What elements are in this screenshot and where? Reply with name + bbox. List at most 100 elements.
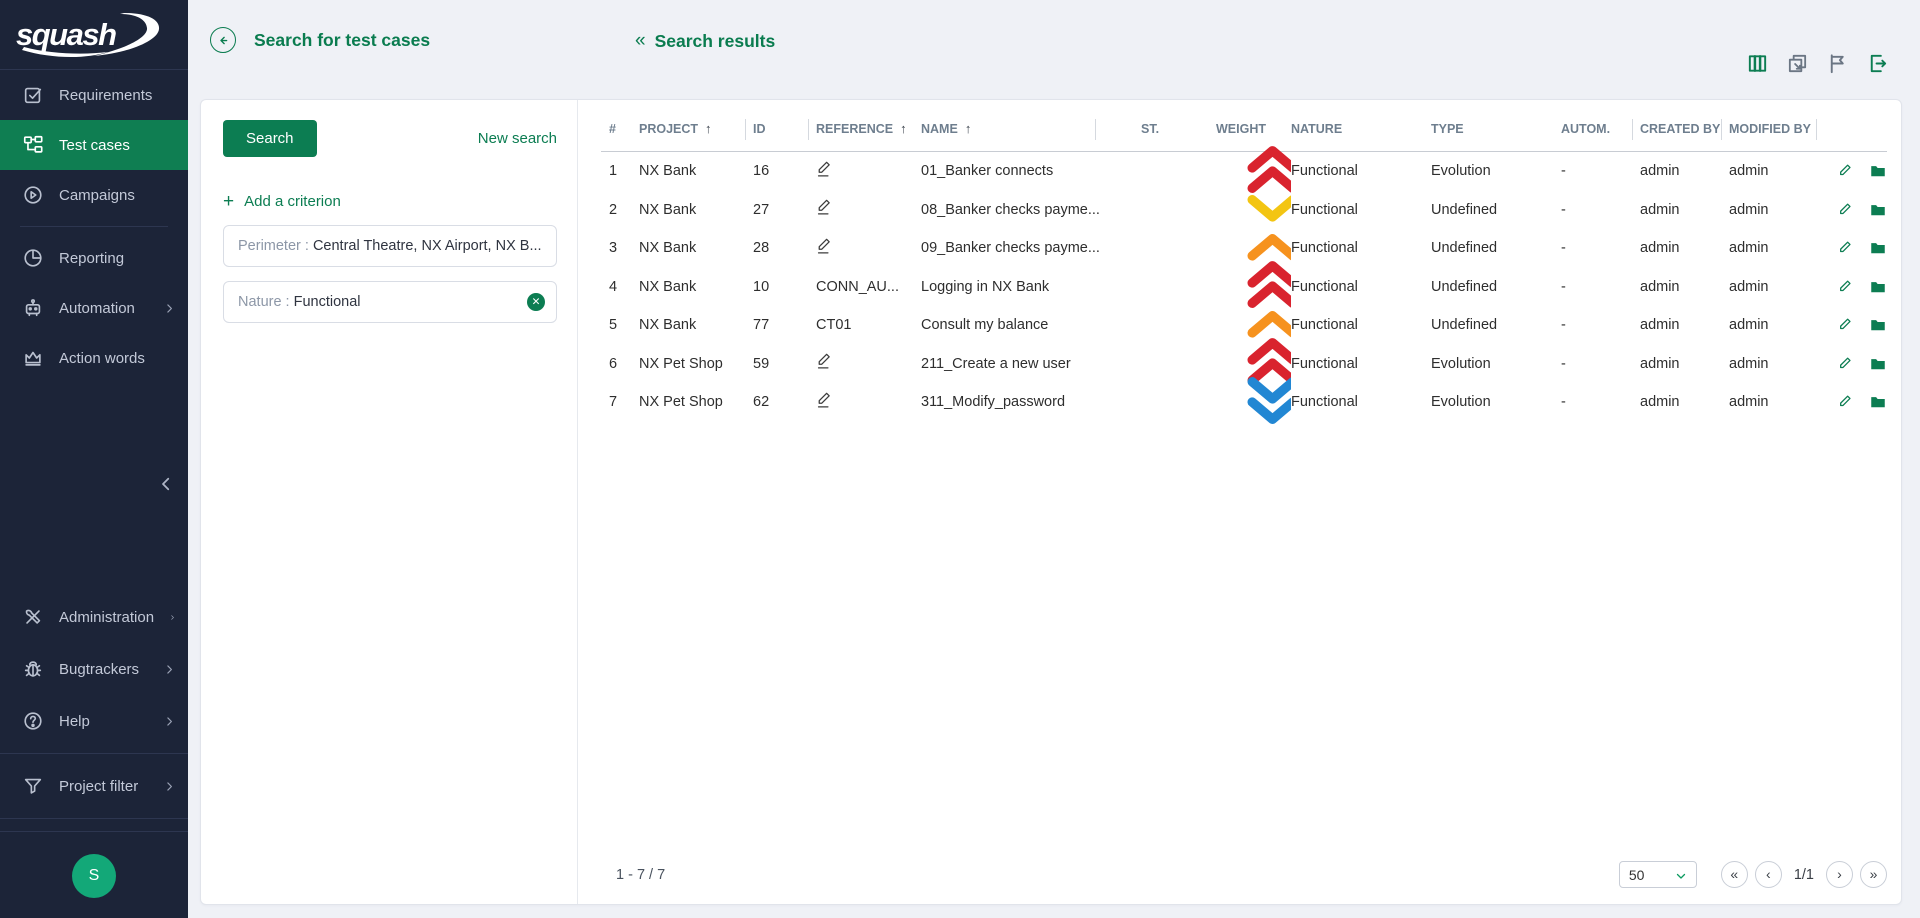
collapse-sidebar-icon[interactable] [157,475,175,493]
edit-row-icon[interactable] [1837,316,1855,334]
column-header-reference[interactable]: REFERENCE↑ [816,106,921,151]
squash-logo: squash [0,0,188,70]
columns-icon[interactable] [1746,52,1769,75]
cell-autom: - [1561,394,1640,410]
sidebar-item-automation[interactable]: Automation [0,283,188,333]
edit-row-icon[interactable] [1837,355,1855,373]
cell-nature: Functional [1291,356,1431,372]
cell-autom: - [1561,279,1640,295]
cell-autom: - [1561,202,1640,218]
cell-autom: - [1561,163,1640,179]
column-header-project[interactable]: PROJECT↑ [639,106,753,151]
back-button[interactable] [210,27,236,53]
sidebar-item-help[interactable]: Help [0,695,188,747]
sidebar-item-project-filter[interactable]: Project filter [0,760,188,812]
cell-nature: Functional [1291,163,1431,179]
cell-name: 211_Create a new user [921,356,1103,372]
column-header-type[interactable]: TYPE [1431,106,1561,151]
edit-reference-icon[interactable] [816,198,833,217]
collapse-panel-icon[interactable]: « [635,30,646,52]
open-folder-icon[interactable] [1869,278,1887,296]
remove-criterion-icon[interactable]: ✕ [527,293,545,311]
project-filter-icon [22,775,44,797]
cell-reference[interactable] [816,198,921,221]
cell-nature: Functional [1291,317,1431,333]
sidebar-item-campaigns[interactable]: Campaigns [0,170,188,220]
page-title: Search for test cases [254,30,430,51]
criterion-chip[interactable]: Perimeter : Central Theatre, NX Airport,… [223,225,557,267]
cell-reference[interactable] [816,391,921,414]
search-button[interactable]: Search [223,120,317,157]
column-header-nature[interactable]: NATURE [1291,106,1431,151]
next-page-button[interactable]: › [1826,861,1853,888]
open-folder-icon[interactable] [1869,355,1887,373]
sort-ascending-icon: ↑ [900,121,907,136]
column-header-id[interactable]: ID [753,106,816,151]
edit-row-icon[interactable] [1837,393,1855,411]
search-pane: Search New search + Add a criterion Peri… [201,100,578,904]
column-header-st-[interactable]: ST. [1103,106,1216,151]
last-page-button[interactable]: » [1860,861,1887,888]
first-page-button[interactable]: « [1721,861,1748,888]
column-header-label: NATURE [1291,122,1342,136]
sidebar-item-test-cases[interactable]: Test cases [0,120,188,170]
edit-reference-icon[interactable] [816,237,833,256]
edit-row-icon[interactable] [1837,162,1855,180]
cell-created-by: admin [1640,279,1729,295]
add-criterion-button[interactable]: + Add a criterion [223,192,557,211]
page-size-value: 50 [1629,867,1645,883]
sort-ascending-icon: ↑ [705,121,712,136]
cell-nature: Functional [1291,240,1431,256]
edit-row-icon[interactable] [1837,239,1855,257]
avatar[interactable]: S [72,854,116,898]
cell-modified-by: admin [1729,279,1831,295]
table-row[interactable]: 7NX Pet Shop62311_Modify_passwordFunctio… [601,383,1901,422]
weight-very-low-icon [1235,426,1291,442]
cell-modified-by: admin [1729,202,1831,218]
export-icon[interactable] [1866,52,1889,75]
sidebar-item-bugtrackers[interactable]: Bugtrackers [0,643,188,695]
cell-actions [1831,201,1901,219]
column-header-weight[interactable]: WEIGHT [1216,106,1291,151]
duplicate-icon[interactable] [1786,52,1809,75]
edit-row-icon[interactable] [1837,201,1855,219]
chevron-right-icon [163,715,176,728]
cell-modified-by: admin [1729,163,1831,179]
cell-created-by: admin [1640,356,1729,372]
cell-reference[interactable] [816,352,921,375]
edit-reference-icon[interactable] [816,160,833,179]
sidebar-item-requirements[interactable]: Requirements [0,70,188,120]
cell-reference[interactable] [816,160,921,183]
edit-row-icon[interactable] [1837,278,1855,296]
criteria-list: Perimeter : Central Theatre, NX Airport,… [223,225,557,323]
open-folder-icon[interactable] [1869,162,1887,180]
new-search-link[interactable]: New search [478,130,557,147]
squash-logo-icon: squash [8,8,164,62]
criterion-chip[interactable]: Nature : Functional✕ [223,281,557,323]
column-header-label: TYPE [1431,122,1464,136]
open-folder-icon[interactable] [1869,201,1887,219]
previous-page-button[interactable]: ‹ [1755,861,1782,888]
sidebar-item-action-words[interactable]: Action words [0,333,188,383]
column-header-name[interactable]: NAME↑ [921,106,1103,151]
cell-row-number: 5 [601,317,639,333]
open-folder-icon[interactable] [1869,239,1887,257]
open-folder-icon[interactable] [1869,316,1887,334]
column-header-#[interactable]: # [601,106,639,151]
automation-icon [22,297,44,319]
edit-reference-icon[interactable] [816,391,833,410]
page-size-select[interactable]: 50 [1619,861,1697,888]
sort-ascending-icon: ↑ [965,121,972,136]
sidebar-item-reporting[interactable]: Reporting [0,233,188,283]
edit-reference-icon[interactable] [816,352,833,371]
cell-id: 10 [753,279,816,295]
page-indicator: 1/1 [1794,867,1814,883]
open-folder-icon[interactable] [1869,393,1887,411]
cell-project: NX Bank [639,317,753,333]
flag-icon[interactable] [1826,52,1849,75]
column-header-autom-[interactable]: AUTOM. [1561,106,1640,151]
cell-reference[interactable] [816,237,921,260]
column-header-created-by[interactable]: CREATED BY [1640,106,1729,151]
cell-modified-by: admin [1729,394,1831,410]
sidebar-item-administration[interactable]: Administration [0,591,188,643]
